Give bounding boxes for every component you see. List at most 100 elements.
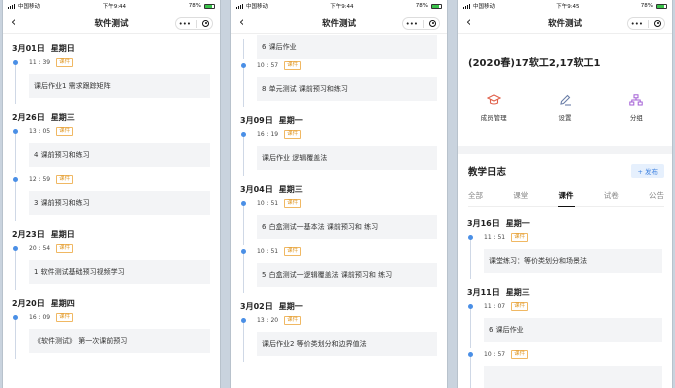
publish-button[interactable]: + 发布 xyxy=(631,164,664,178)
mini-program-capsule[interactable]: ••• xyxy=(402,17,440,30)
tab-4[interactable]: 公告 xyxy=(649,190,664,206)
courseware-badge: 课件 xyxy=(56,126,74,136)
quick-label: 分组 xyxy=(629,114,643,122)
date-label: 3月02日 xyxy=(240,302,273,311)
entry-card[interactable]: 6 白盒测试一基本法 课前预习和 练习 xyxy=(257,215,437,239)
entry-card[interactable]: 课后作业 逻辑覆盖法 xyxy=(257,146,437,170)
entry-card[interactable]: 《软件测试》 第一次课前预习 xyxy=(29,329,210,353)
member-management-button[interactable]: 成员管理 xyxy=(464,94,524,134)
battery-percent: 78% xyxy=(640,3,653,9)
entry-card[interactable]: 课后作业2 等价类划分和边界值法 xyxy=(257,332,437,356)
grouping-button[interactable]: 分组 xyxy=(606,94,666,134)
entry-card[interactable] xyxy=(484,366,662,388)
battery-percent: 78% xyxy=(188,3,201,9)
date-header: 3月09日 星期一 xyxy=(240,115,447,125)
tab-0[interactable]: 全部 xyxy=(468,190,483,206)
timeline-entry[interactable]: 13 : 20 课件 课后作业2 等价类划分和边界值法 xyxy=(241,314,447,362)
timeline-feed: 6 课后作业 10 : 57 课件 8 单元测试 课前预习和练习 3月09日 星期一… xyxy=(231,35,447,388)
timeline-entry[interactable]: 6 课后作业 xyxy=(243,35,447,59)
timeline-entry[interactable]: 10 : 51 课件 6 白盒测试一基本法 课前预习和 练习 xyxy=(241,197,447,245)
date-label: 3月09日 xyxy=(240,116,273,125)
more-icon[interactable]: ••• xyxy=(406,20,418,28)
entry-card[interactable]: 5 白盒测试一逻辑覆盖法 课前预习和 练习 xyxy=(257,263,437,287)
close-target-icon[interactable] xyxy=(654,20,662,27)
timeline-dot xyxy=(241,201,246,206)
timeline-entry[interactable]: 20 : 54 课件 1 软件测试基础预习视频学习 xyxy=(13,242,220,290)
timeline-dot xyxy=(241,63,246,68)
tab-3[interactable]: 试卷 xyxy=(604,190,619,206)
entry-card[interactable]: 8 单元测试 课前预习和练习 xyxy=(257,77,437,101)
timeline-entry[interactable]: 11 : 51 课件课堂练习：等价类划分和场景法 xyxy=(468,231,672,279)
close-target-icon[interactable] xyxy=(202,20,210,27)
timeline-entry[interactable]: 11 : 39 课件课后作业1 需求跟踪矩阵 xyxy=(13,56,220,104)
entry-time: 10 : 57 xyxy=(484,350,506,358)
entry-meta: 10 : 51 课件 xyxy=(257,245,447,257)
courseware-badge: 课件 xyxy=(284,315,302,325)
date-header: 2月26日 星期三 xyxy=(12,112,220,122)
entry-time: 16 : 19 xyxy=(257,130,279,138)
section-divider xyxy=(458,146,672,154)
entry-time: 16 : 09 xyxy=(29,313,51,321)
timeline-entry[interactable]: 10 : 57 课件 xyxy=(468,348,672,388)
signal-icon xyxy=(463,3,470,9)
timeline-dot xyxy=(241,249,246,254)
mini-program-capsule[interactable]: ••• xyxy=(175,17,213,30)
entry-meta: 11 : 51 课件 xyxy=(484,231,672,243)
courseware-badge: 课件 xyxy=(284,246,302,256)
entry-meta: 10 : 51 课件 xyxy=(257,197,447,209)
back-icon[interactable]: ‹ xyxy=(466,16,471,29)
timeline-entry[interactable]: 12 : 59 课件 3 课前预习和练习 xyxy=(13,173,220,221)
back-icon[interactable]: ‹ xyxy=(11,16,16,29)
timeline-dot xyxy=(13,177,18,182)
courseware-badge: 课件 xyxy=(56,174,74,184)
date-label: 2月23日 xyxy=(12,230,45,239)
timeline-entry[interactable]: 13 : 05 课件 4 课前预习和练习 xyxy=(13,125,220,173)
back-icon[interactable]: ‹ xyxy=(239,16,244,29)
entry-time: 11 : 51 xyxy=(484,233,506,241)
entry-time: 20 : 54 xyxy=(29,244,51,252)
close-target-icon[interactable] xyxy=(429,20,437,27)
more-icon[interactable]: ••• xyxy=(179,20,191,28)
timeline-entry[interactable]: 11 : 07 课件 6 课后作业 xyxy=(468,300,672,348)
timeline-dot xyxy=(241,132,246,137)
entry-card[interactable]: 1 软件测试基础预习视频学习 xyxy=(29,260,210,284)
entry-card[interactable]: 课后作业1 需求跟踪矩阵 xyxy=(29,74,210,98)
pen-icon xyxy=(560,94,571,106)
tab-1[interactable]: 课堂 xyxy=(513,190,528,206)
nav-bar: ‹ 软件测试 ••• xyxy=(3,12,220,34)
entry-card[interactable]: 3 课前预习和练习 xyxy=(29,191,210,215)
timeline-entry[interactable]: 16 : 19 课件 课后作业 逻辑覆盖法 xyxy=(241,128,447,176)
courseware-badge: 课件 xyxy=(56,243,74,253)
tab-2[interactable]: 课件 xyxy=(557,190,575,207)
mini-program-capsule[interactable]: ••• xyxy=(627,17,665,30)
entry-time: 10 : 57 xyxy=(257,61,279,69)
timeline-feed: 3月01日 星期日 11 : 39 课件 课后作业1 需求跟踪矩阵 2月26日 星期三 13 … xyxy=(3,35,220,388)
entry-card[interactable]: 6 课后作业 xyxy=(484,318,662,342)
more-icon[interactable]: ••• xyxy=(631,20,643,28)
entry-meta: 11 : 39 课件 xyxy=(29,56,220,68)
timeline-dot xyxy=(13,246,18,251)
entry-meta: 13 : 05 课件 xyxy=(29,125,220,137)
entry-card[interactable]: 课堂练习：等价类划分和场景法 xyxy=(484,249,662,273)
log-tabs: 全部 课堂 课件 试卷 公告 xyxy=(468,190,664,207)
weekday-label: 星期日 xyxy=(50,230,75,239)
entry-card[interactable]: 4 课前预习和练习 xyxy=(29,143,210,167)
timeline-dot xyxy=(13,315,18,320)
timeline-dot xyxy=(13,129,18,134)
phone-screen-3: 中国移动 下午9:45 78% ‹ 软件测试 ••• (2020春)17软工2,… xyxy=(457,0,673,388)
quick-label: 成员管理 xyxy=(480,114,507,122)
entry-card[interactable]: 6 课后作业 xyxy=(257,35,437,59)
entry-meta: 10 : 57 课件 xyxy=(257,59,447,71)
settings-button[interactable]: 设置 xyxy=(535,94,595,134)
timeline-entry[interactable]: 10 : 51 课件 5 白盒测试一逻辑覆盖法 课前预习和 练习 xyxy=(241,245,447,293)
signal-icon xyxy=(236,3,243,9)
battery-icon xyxy=(430,3,442,9)
timeline-entry[interactable]: 16 : 09 课件 《软件测试》 第一次课前预习 xyxy=(13,311,220,359)
battery-percent: 78% xyxy=(415,3,428,9)
date-label: 2月20日 xyxy=(12,299,45,308)
carrier: 中国移动 xyxy=(18,4,41,10)
date-label: 3月04日 xyxy=(240,185,273,194)
timeline-entry[interactable]: 10 : 57 课件 8 单元测试 课前预习和练习 xyxy=(241,59,447,107)
date-header: 2月20日 星期四 xyxy=(12,298,220,308)
date-header: 3月04日 星期三 xyxy=(240,184,447,194)
